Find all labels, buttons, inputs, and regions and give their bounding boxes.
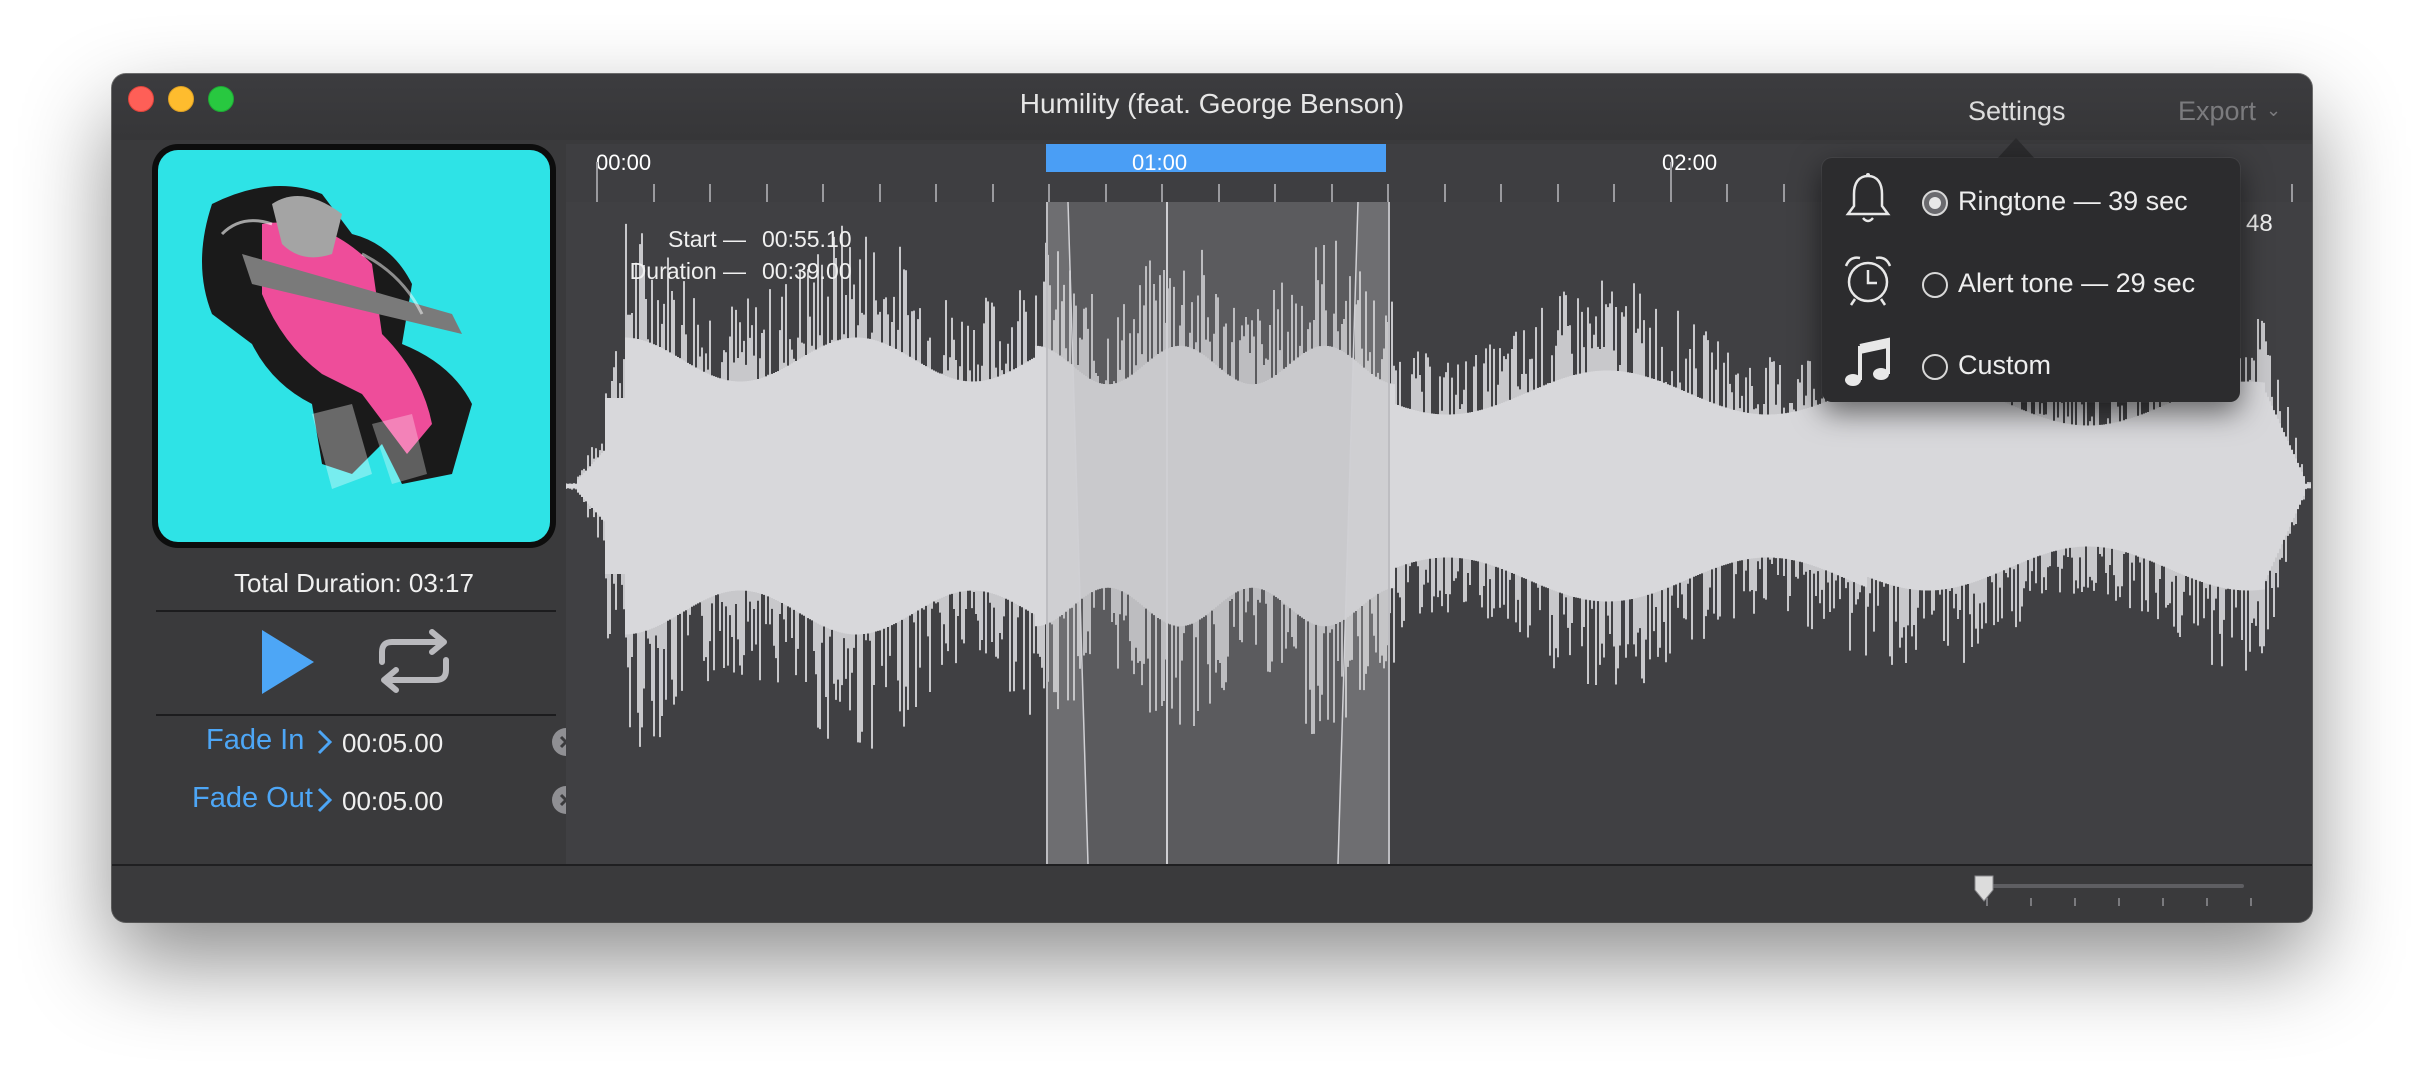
title-bar: Humility (feat. George Benson) Settings … [112,74,2312,140]
ruler-tick [935,184,937,202]
fade-out-row: Fade Out 00:05.00 [152,780,580,820]
ruler-tick [1331,184,1333,202]
ruler-tick [2291,184,2293,202]
end-time-label: 48 [2246,210,2273,237]
alert-tone-option[interactable]: Alert tone — 29 sec [1822,246,2240,316]
play-button[interactable] [258,626,318,698]
selection-region[interactable] [1046,202,1390,864]
playhead[interactable] [1166,202,1168,864]
zoom-slider[interactable] [1984,884,2244,888]
fade-in-row: Fade In 00:05.00 [152,722,580,762]
slider-tick [2118,898,2120,906]
divider [156,714,556,716]
tick-label: 00:00 [596,150,652,175]
popover-arrow [1996,138,2036,160]
settings-popover: Ringtone — 39 sec Alert tone — 29 sec Cu… [1822,158,2240,402]
ringtone-radio[interactable] [1922,190,1948,216]
ruler-tick [1161,184,1163,202]
tick-label: 01:00 [1132,150,1188,175]
slider-tick [2030,898,2032,906]
ruler-tick [1105,184,1107,202]
custom-label: Custom [1958,350,2052,380]
duration-label: Duration — [629,258,746,284]
zoom-slider-thumb[interactable] [1972,874,1996,904]
start-value: 00:55.10 [762,226,852,252]
fade-out-value[interactable]: 00:05.00 [342,786,443,817]
fade-in-value[interactable]: 00:05.00 [342,728,443,759]
loop-button[interactable] [374,628,454,694]
ruler-tick [1218,184,1220,202]
ruler-tick [1274,184,1276,202]
custom-radio[interactable] [1922,354,1948,380]
music-note-icon [1845,337,1890,386]
fade-out-label[interactable]: Fade Out [192,782,313,815]
ruler-tick [992,184,994,202]
ruler-tick [879,184,881,202]
ringtone-option[interactable]: Ringtone — 39 sec [1822,164,2240,234]
chevron-down-icon: ⌄ [2266,100,2282,120]
ringtone-label: Ringtone — 39 sec [1958,186,2188,216]
ruler-tick [1557,184,1559,202]
ruler-tick [1048,184,1050,202]
start-label: Start — [668,226,746,252]
chevron-right-icon[interactable] [314,786,334,814]
alert-tone-label: Alert tone — 29 sec [1958,268,2196,298]
export-label: Export [2178,96,2257,126]
fade-in-label[interactable]: Fade In [206,724,304,757]
ruler-selection-highlight[interactable] [1046,144,1386,172]
divider [156,610,556,612]
ruler-tick [1726,184,1728,202]
play-icon [262,630,314,694]
slider-tick [2250,898,2252,906]
ruler-tick [1613,184,1615,202]
chevron-right-icon[interactable] [314,728,334,756]
ruler-tick [1783,184,1785,202]
ruler-tick [766,184,768,202]
ruler-tick [653,184,655,202]
ruler-tick [1444,184,1446,202]
total-duration: Total Duration: 03:17 [234,568,474,598]
export-button[interactable]: Export ⌄ [2178,96,2281,127]
fade-envelope [1048,202,1388,864]
slider-tick [2206,898,2208,906]
ruler-tick [1500,184,1502,202]
album-artwork [152,144,556,548]
slider-tick [2162,898,2164,906]
ruler-tick [1387,184,1389,202]
ruler-tick [596,162,598,202]
settings-button[interactable]: Settings [1968,96,2066,127]
ruler-tick [1670,162,1672,202]
loop-icon [379,629,449,693]
ruler-tick [822,184,824,202]
alarm-clock-icon [1844,256,1892,306]
alert-tone-radio[interactable] [1922,272,1948,298]
bell-icon [1845,173,1891,223]
slider-tick [2074,898,2076,906]
duration-value: 00:39.00 [762,258,852,284]
ruler-tick [709,184,711,202]
custom-option[interactable]: Custom [1822,328,2240,398]
